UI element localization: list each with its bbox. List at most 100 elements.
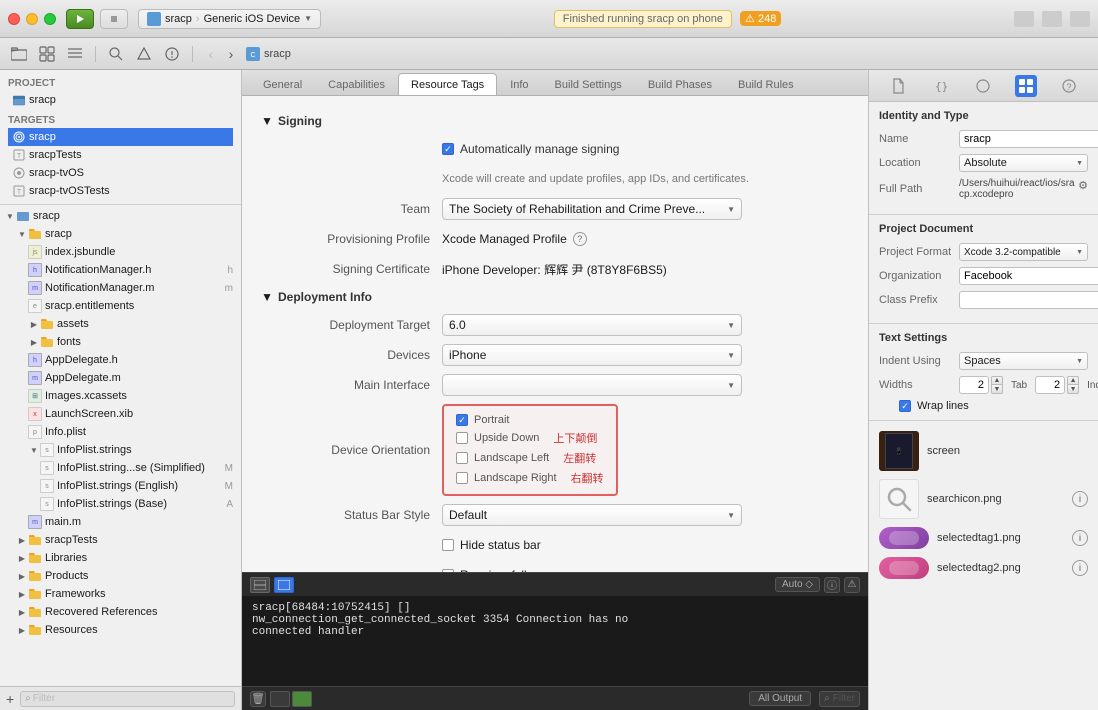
- grid-icon[interactable]: [36, 43, 58, 65]
- selectedtag1-size-btn[interactable]: i: [1072, 530, 1088, 546]
- file-item-selectedtag1[interactable]: selectedtag1.png i: [869, 523, 1098, 553]
- indent-width-down[interactable]: ▼: [991, 385, 1003, 394]
- debug-toggle[interactable]: [1042, 11, 1062, 27]
- forward-arrow[interactable]: ›: [222, 45, 240, 63]
- file-launchscreen[interactable]: x LaunchScreen.xib: [0, 405, 241, 423]
- file-appdelegate-m[interactable]: m AppDelegate.m: [0, 369, 241, 387]
- file-infoplist-strings[interactable]: ▼ s InfoPlist.strings: [0, 441, 241, 459]
- console-layout-btn-1[interactable]: [270, 691, 290, 707]
- file-notif-m[interactable]: m NotificationManager.m m: [0, 279, 241, 297]
- sidebar-target-sracpTests[interactable]: T sracpTests: [8, 146, 233, 164]
- file-item-searchicon[interactable]: searchicon.png i: [869, 475, 1098, 523]
- status-bar-dropdown[interactable]: Default ▼: [442, 504, 742, 526]
- file-entitlements[interactable]: e sracp.entitlements: [0, 297, 241, 315]
- provisioning-help-icon[interactable]: ?: [573, 232, 587, 246]
- auto-label[interactable]: Auto ◇: [775, 577, 820, 592]
- tab-info[interactable]: Info: [497, 73, 541, 95]
- deployment-target-dropdown[interactable]: 6.0 ▼: [442, 314, 742, 336]
- tab-general[interactable]: General: [250, 73, 315, 95]
- file-infoplist-english[interactable]: s InfoPlist.strings (English) M: [0, 477, 241, 495]
- project-format-dropdown[interactable]: Xcode 3.2-compatible ▼: [959, 243, 1088, 261]
- rpanel-file-btn[interactable]: [887, 75, 909, 97]
- indent-width-input[interactable]: [959, 376, 989, 394]
- warning-icon[interactable]: [133, 43, 155, 65]
- sidebar-target-sracp[interactable]: sracp: [8, 128, 233, 146]
- file-appdelegate-h[interactable]: h AppDelegate.h: [0, 351, 241, 369]
- indent-width-up[interactable]: ▲: [991, 376, 1003, 385]
- rpanel-help-btn[interactable]: ?: [1058, 75, 1080, 97]
- file-libraries[interactable]: ▶ Libraries: [0, 549, 241, 567]
- landscape-left-checkbox[interactable]: [456, 452, 468, 464]
- hide-status-bar-checkbox[interactable]: [442, 539, 454, 551]
- file-infoplist[interactable]: p Info.plist: [0, 423, 241, 441]
- upside-down-checkbox[interactable]: [456, 432, 468, 444]
- full-path-gear[interactable]: ⚙: [1078, 178, 1088, 192]
- rpanel-grid-btn[interactable]: [1015, 75, 1037, 97]
- tab-width-input[interactable]: [1035, 376, 1065, 394]
- indent-using-dropdown[interactable]: Spaces ▼: [959, 352, 1088, 370]
- issue-icon[interactable]: [161, 43, 183, 65]
- selectedtag2-size-btn[interactable]: i: [1072, 560, 1088, 576]
- signing-triangle[interactable]: ▼: [262, 116, 272, 126]
- list-icon[interactable]: [64, 43, 86, 65]
- file-main-m[interactable]: m main.m: [0, 513, 241, 531]
- add-file-button[interactable]: +: [6, 691, 14, 707]
- back-arrow[interactable]: ‹: [202, 45, 220, 63]
- search-icon[interactable]: [105, 43, 127, 65]
- navigator-toggle[interactable]: [1014, 11, 1034, 27]
- scheme-selector[interactable]: sracp › Generic iOS Device ▼: [138, 9, 321, 29]
- tab-resource-tags[interactable]: Resource Tags: [398, 73, 497, 95]
- console-layout-btn-2[interactable]: [292, 691, 312, 707]
- file-sracpTests-folder[interactable]: ▶ sracpTests: [0, 531, 241, 549]
- file-sracp-folder[interactable]: ▼ sracp: [0, 225, 241, 243]
- close-button[interactable]: [8, 13, 20, 25]
- devices-dropdown[interactable]: iPhone ▼: [442, 344, 742, 366]
- file-recovered[interactable]: ▶ Recovered References: [0, 603, 241, 621]
- file-infoplist-simplified[interactable]: s InfoPlist.string...se (Simplified) M: [0, 459, 241, 477]
- utilities-toggle[interactable]: [1070, 11, 1090, 27]
- deployment-triangle[interactable]: ▼: [262, 292, 272, 302]
- folder-icon[interactable]: [8, 43, 30, 65]
- sidebar-target-tvos[interactable]: sracp-tvOS: [8, 164, 233, 182]
- tab-build-phases[interactable]: Build Phases: [635, 73, 725, 95]
- file-item-selectedtag2[interactable]: selectedtag2.png i: [869, 553, 1098, 583]
- file-tree-root[interactable]: ▼ sracp: [0, 207, 241, 225]
- tab-capabilities[interactable]: Capabilities: [315, 73, 398, 95]
- file-notif-h[interactable]: h NotificationManager.h h: [0, 261, 241, 279]
- console-warn-btn[interactable]: ⚠: [844, 577, 860, 593]
- sidebar-project-sracp[interactable]: sracp: [8, 91, 233, 109]
- file-infoplist-base[interactable]: s InfoPlist.strings (Base) A: [0, 495, 241, 513]
- console-view-btn-1[interactable]: [250, 577, 270, 593]
- auto-manage-checkbox[interactable]: [442, 143, 454, 155]
- organization-input[interactable]: [959, 267, 1098, 285]
- file-fonts[interactable]: ▶ fonts: [0, 333, 241, 351]
- file-frameworks[interactable]: ▶ Frameworks: [0, 585, 241, 603]
- file-index-jsbundle[interactable]: js index.jsbundle: [0, 243, 241, 261]
- location-dropdown[interactable]: Absolute ▼: [959, 154, 1088, 172]
- landscape-right-checkbox[interactable]: [456, 472, 468, 484]
- file-assets[interactable]: ▶ assets: [0, 315, 241, 333]
- stop-button[interactable]: [100, 9, 128, 29]
- rpanel-circle-btn[interactable]: [972, 75, 994, 97]
- tab-width-up[interactable]: ▲: [1067, 376, 1079, 385]
- team-dropdown[interactable]: The Society of Rehabilitation and Crime …: [442, 198, 742, 220]
- tab-build-settings[interactable]: Build Settings: [542, 73, 635, 95]
- console-info-btn[interactable]: ⓘ: [824, 577, 840, 593]
- main-interface-dropdown[interactable]: ▼: [442, 374, 742, 396]
- file-item-screen[interactable]: 📱 screen: [869, 427, 1098, 475]
- portrait-checkbox[interactable]: [456, 414, 468, 426]
- file-products[interactable]: ▶ Products: [0, 567, 241, 585]
- file-resources[interactable]: ▶ Resources: [0, 621, 241, 639]
- searchicon-size-btn[interactable]: i: [1072, 491, 1088, 507]
- console-view-btn-2[interactable]: [274, 577, 294, 593]
- all-output-label[interactable]: All Output: [749, 691, 811, 706]
- class-prefix-input[interactable]: [959, 291, 1098, 309]
- sidebar-target-tvos-tests[interactable]: T sracp-tvOSTests: [8, 182, 233, 200]
- file-images-xcassets[interactable]: ⊞ Images.xcassets: [0, 387, 241, 405]
- wrap-lines-checkbox[interactable]: [899, 400, 911, 412]
- tab-build-rules[interactable]: Build Rules: [725, 73, 807, 95]
- tab-width-down[interactable]: ▼: [1067, 385, 1079, 394]
- run-button[interactable]: [66, 9, 94, 29]
- minimize-button[interactable]: [26, 13, 38, 25]
- rpanel-code-btn[interactable]: {}: [930, 75, 952, 97]
